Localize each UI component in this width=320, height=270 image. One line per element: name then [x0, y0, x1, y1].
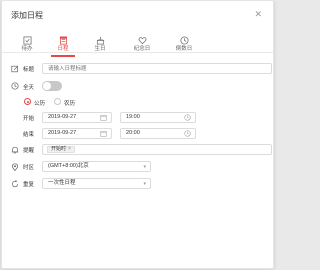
- solar-radio[interactable]: [24, 98, 31, 105]
- allday-row: 全天: [2, 81, 273, 92]
- title-row: 标题: [2, 63, 273, 75]
- repeat-select[interactable]: 一次性日程 ▾: [42, 178, 151, 189]
- toggle-knob: [43, 82, 51, 90]
- calendar-icon: [100, 130, 107, 137]
- allday-label: 全天: [23, 85, 35, 91]
- location-pin-icon: [11, 163, 19, 171]
- tag-close-icon[interactable]: ×: [68, 146, 71, 152]
- chevron-down-icon: ▾: [143, 181, 146, 187]
- end-row: 结束 2019-09-27 20:00: [2, 128, 273, 140]
- clock-icon: [166, 32, 202, 45]
- solar-label: 公历: [34, 101, 46, 107]
- timezone-value: (GMT+8:00)北京: [48, 163, 89, 169]
- end-time-input[interactable]: 20:00: [120, 128, 196, 139]
- dialog-title: 添加日程: [11, 11, 43, 20]
- tab-countdown[interactable]: 倒数日: [166, 32, 202, 52]
- repeat-icon: [11, 180, 19, 188]
- timezone-row: 时区 (GMT+8:00)北京 ▾: [2, 161, 273, 173]
- remind-tag: 开始时 ×: [47, 146, 75, 153]
- remind-input[interactable]: 开始时 ×: [42, 144, 272, 155]
- repeat-label: 重复: [23, 182, 35, 188]
- end-date-value: 2019-09-27: [48, 130, 77, 136]
- checkbox-icon: [9, 32, 45, 45]
- start-date-value: 2019-09-27: [48, 114, 77, 120]
- tab-schedule[interactable]: 日程: [45, 32, 81, 57]
- allday-toggle[interactable]: [42, 81, 62, 91]
- title-input[interactable]: [42, 63, 272, 74]
- tab-label: 待办: [21, 46, 33, 52]
- tab-label: 生日: [94, 46, 106, 52]
- tab-label: 倒数日: [175, 46, 193, 52]
- cake-icon: [82, 32, 118, 45]
- remind-tag-text: 开始时: [51, 146, 67, 152]
- lunar-radio[interactable]: [54, 98, 61, 105]
- lunar-label: 农历: [64, 101, 76, 107]
- end-label: 结束: [23, 132, 35, 138]
- bell-icon: [11, 146, 19, 154]
- edit-icon: [11, 65, 19, 73]
- repeat-row: 重复 一次性日程 ▾: [2, 178, 273, 190]
- end-time-value: 20:00: [126, 130, 140, 136]
- title-label: 标题: [23, 67, 35, 73]
- start-label: 开始: [23, 116, 35, 122]
- chevron-down-icon: ▾: [143, 164, 146, 170]
- calendar-icon: [100, 114, 107, 121]
- start-time-value: 19:00: [126, 114, 140, 120]
- timezone-select[interactable]: (GMT+8:00)北京 ▾: [42, 161, 151, 172]
- remind-label: 提醒: [23, 148, 35, 154]
- calendar-type-row: 公历 农历: [2, 97, 273, 107]
- tab-birthday[interactable]: 生日: [82, 32, 118, 52]
- calendar-doc-icon: [45, 32, 81, 45]
- add-schedule-dialog: 添加日程 ✕ 待办 日程 生日 纪念日 倒数日 标题 请输入日程标题 全天 公历…: [1, 0, 274, 269]
- tab-todo[interactable]: 待办: [9, 32, 45, 52]
- timezone-label: 时区: [23, 165, 35, 171]
- start-date-input[interactable]: 2019-09-27: [42, 112, 112, 123]
- tab-label: 纪念日: [133, 46, 151, 52]
- clock-icon: [184, 114, 191, 121]
- start-row: 开始 2019-09-27 19:00: [2, 112, 273, 124]
- clock-icon: [184, 130, 191, 137]
- remind-row: 提醒 开始时 ×: [2, 144, 273, 156]
- heart-icon: [124, 32, 160, 45]
- close-icon[interactable]: ✕: [254, 9, 262, 19]
- tab-label: 日程: [57, 46, 69, 52]
- end-date-input[interactable]: 2019-09-27: [42, 128, 112, 139]
- tab-anniversary[interactable]: 纪念日: [124, 32, 160, 52]
- repeat-value: 一次性日程: [48, 180, 76, 186]
- start-time-input[interactable]: 19:00: [120, 112, 196, 123]
- type-tabs: 待办 日程 生日 纪念日 倒数日: [2, 29, 273, 57]
- clock-icon: [11, 82, 19, 90]
